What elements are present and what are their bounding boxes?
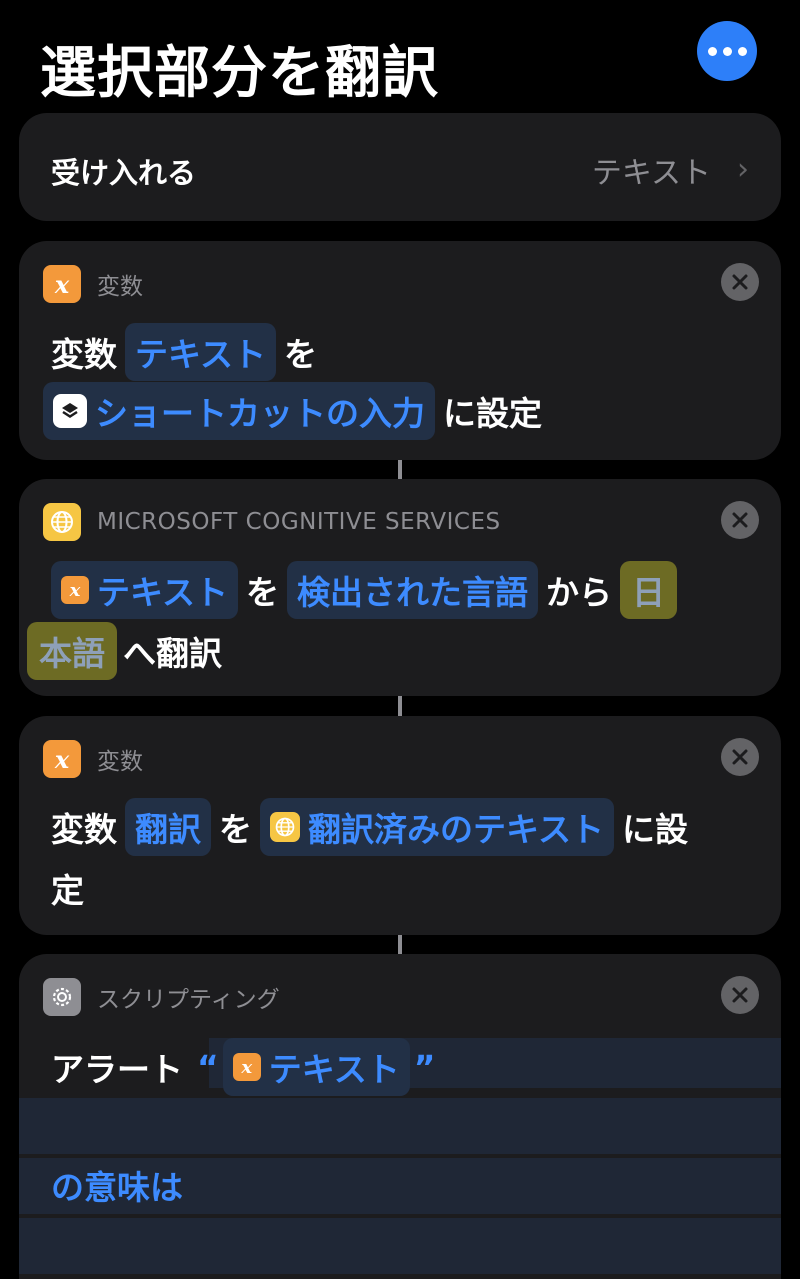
suffix-text: に設定 [443, 394, 542, 433]
suffix-text: へ翻訳 [123, 634, 222, 673]
action-connector [398, 696, 402, 716]
action-sentence-line: ショートカットの入力 に設定 [43, 382, 542, 440]
action-category: スクリプティング [97, 987, 280, 1013]
globe-icon [270, 812, 300, 842]
action-sentence-line: 変数 テキスト を [51, 323, 317, 381]
token-label: 翻訳済みのテキスト [308, 810, 605, 849]
shortcuts-layers-icon [53, 394, 87, 428]
accept-label: 受け入れる [51, 156, 197, 190]
action-category: 変数 [97, 274, 143, 300]
action-header: x 変数 [43, 265, 143, 303]
action-header: x 変数 [43, 740, 143, 778]
from-text: から [546, 573, 613, 612]
close-icon [732, 512, 748, 528]
translated-text-token[interactable]: 翻訳済みのテキスト [260, 798, 615, 856]
target-language-token[interactable]: 日 [620, 561, 678, 619]
close-icon [732, 749, 748, 765]
variable-icon: x [232, 1053, 261, 1081]
ellipsis-dot [707, 46, 717, 56]
token-label: ショートカットの入力 [95, 394, 425, 433]
variable-name-token[interactable]: 翻訳 [125, 798, 211, 856]
ellipsis-dot [737, 46, 747, 56]
accept-input-row[interactable]: 受け入れる テキスト › [19, 113, 781, 221]
gear-icon [43, 978, 81, 1016]
target-language-token-continued[interactable]: 本語 [27, 622, 117, 680]
action-connector [398, 460, 402, 479]
alert-action[interactable]: スクリプティング アラート “ x テキスト ” の意味は [19, 954, 781, 1279]
action-sentence-line: アラート “ x テキスト ” [51, 1038, 435, 1096]
particle-text: を [219, 810, 252, 849]
variable-name-token[interactable]: テキスト [125, 323, 277, 381]
action-category: MICROSOFT COGNITIVE SERVICES [97, 509, 501, 535]
ellipsis-dot [722, 46, 732, 56]
shortcut-input-token[interactable]: ショートカットの入力 [43, 382, 435, 440]
translate-action[interactable]: MICROSOFT COGNITIVE SERVICES x テキスト を 検出… [19, 479, 781, 696]
action-header: スクリプティング [43, 978, 280, 1016]
remove-action-button[interactable] [721, 501, 759, 539]
particle-text: を [246, 573, 280, 612]
action-sentence-line: 変数 翻訳 を 翻訳済みのテキスト に設 [51, 798, 688, 856]
token-label: テキスト [268, 1050, 400, 1089]
close-icon [732, 274, 748, 290]
open-quote: “ [197, 1047, 219, 1087]
suffix-text: に設 [622, 810, 689, 849]
input-text-token[interactable]: x テキスト [51, 561, 239, 619]
remove-action-button[interactable] [721, 976, 759, 1014]
remove-action-button[interactable] [721, 738, 759, 776]
prefix-text: アラート [51, 1050, 183, 1089]
variable-icon: x [43, 740, 81, 778]
action-sentence-line: 本語 へ翻訳 [27, 622, 222, 680]
accept-type-value: テキスト [591, 156, 711, 191]
action-header: MICROSOFT COGNITIVE SERVICES [43, 503, 501, 541]
action-sentence-line: 定 [51, 864, 84, 912]
variable-icon: x [61, 576, 89, 604]
action-category: 変数 [97, 749, 143, 775]
prefix-text: 変数 [51, 335, 117, 374]
more-options-button[interactable] [697, 21, 757, 81]
alert-text-token[interactable]: x テキスト [222, 1038, 410, 1096]
set-variable-action[interactable]: x 変数 変数 翻訳 を 翻訳済みのテキスト に設 定 [19, 716, 781, 935]
alert-body-line: の意味は [51, 1168, 183, 1207]
variable-icon: x [43, 265, 81, 303]
close-quote: ” [413, 1047, 436, 1087]
token-label: テキスト [97, 573, 229, 612]
action-connector [398, 935, 402, 954]
page-title: 選択部分を翻訳 [40, 41, 439, 106]
alert-text-field-row[interactable] [19, 1218, 781, 1274]
alert-text-field-row[interactable] [19, 1098, 781, 1154]
action-sentence-line: x テキスト を 検出された言語 から 日 [51, 561, 678, 619]
set-variable-action[interactable]: x 変数 変数 テキスト を ショートカットの入力 に設定 [19, 241, 781, 460]
chevron-right-icon: › [737, 152, 749, 187]
particle-text: を [284, 335, 318, 374]
close-icon [732, 987, 748, 1003]
source-language-token[interactable]: 検出された言語 [287, 561, 539, 619]
globe-icon [43, 503, 81, 541]
suffix-text-continued: 定 [51, 871, 84, 910]
remove-action-button[interactable] [721, 263, 759, 301]
prefix-text: 変数 [51, 810, 117, 849]
